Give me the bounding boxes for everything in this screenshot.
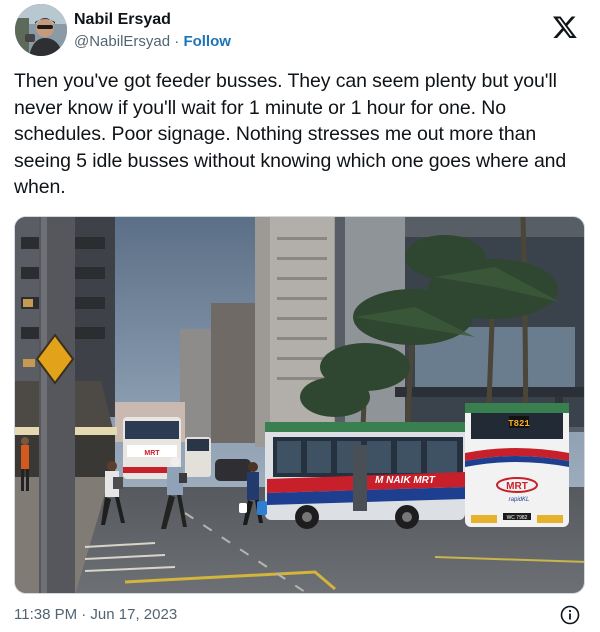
handle-separator: · bbox=[174, 33, 180, 50]
bus-rear-logo: MRT bbox=[506, 481, 528, 492]
tweet-card: Nabil Ersyad @NabilErsyad · Follow Then … bbox=[0, 0, 600, 632]
far-bus-sign: MRT bbox=[144, 450, 160, 457]
author-handle-line: @NabilErsyad · Follow bbox=[74, 32, 231, 52]
tweet-timestamp[interactable]: 11:38 PM · Jun 17, 2023 bbox=[14, 606, 177, 623]
tweet-photo[interactable]: MRT M NAIK MRT T821 MRT rapidKL WC 7982 bbox=[14, 216, 585, 594]
bus-rear-sub: rapidKL bbox=[509, 497, 530, 503]
avatar[interactable] bbox=[15, 4, 67, 56]
x-logo-icon[interactable] bbox=[552, 14, 578, 40]
tweet-header: Nabil Ersyad @NabilErsyad · Follow bbox=[14, 4, 586, 60]
bus-route-display: T821 bbox=[508, 419, 530, 429]
author-info: Nabil Ersyad @NabilErsyad · Follow bbox=[74, 10, 231, 52]
author-handle[interactable]: @NabilErsyad bbox=[74, 33, 170, 50]
bus-plate: WC 7982 bbox=[507, 515, 528, 521]
info-icon[interactable] bbox=[560, 605, 580, 625]
author-display-name[interactable]: Nabil Ersyad bbox=[74, 10, 231, 30]
tweet-footer: 11:38 PM · Jun 17, 2023 bbox=[14, 603, 586, 627]
tweet-text: Then you've got feeder busses. They can … bbox=[14, 70, 567, 198]
follow-button[interactable]: Follow bbox=[183, 33, 231, 50]
bus-side-text: M NAIK MRT bbox=[375, 475, 436, 486]
